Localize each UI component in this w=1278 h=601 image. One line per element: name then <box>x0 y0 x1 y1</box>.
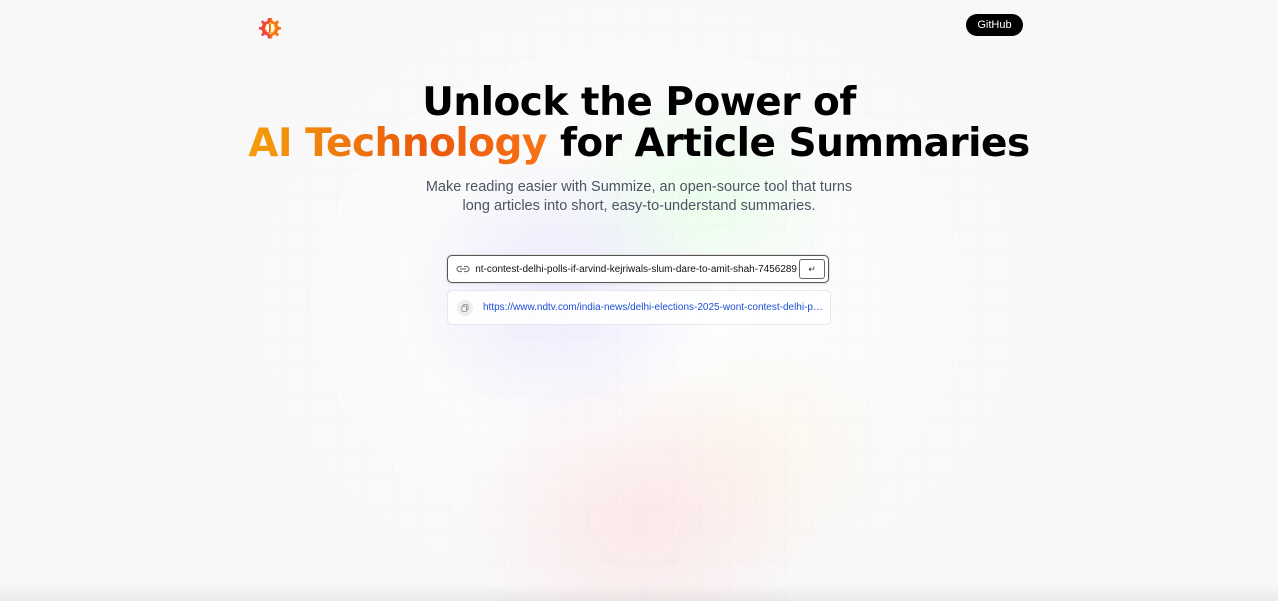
history-link[interactable]: https://www.ndtv.com/india-news/delhi-el… <box>483 302 823 313</box>
bottom-fade <box>0 585 1278 601</box>
brain-gear-icon[interactable] <box>255 14 285 44</box>
history-item[interactable]: https://www.ndtv.com/india-news/delhi-el… <box>447 290 831 325</box>
url-input-value[interactable]: https://www.ndtv.com/india-news/delhi-el… <box>475 264 797 275</box>
url-form: https://www.ndtv.com/india-news/delhi-el… <box>447 255 829 283</box>
github-button[interactable]: GitHub <box>966 14 1023 36</box>
page-title: Unlock the Power of AI Technology for Ar… <box>0 82 1278 164</box>
headline-rest: for Article Summaries <box>546 121 1030 166</box>
link-icon <box>456 265 470 273</box>
submit-button[interactable]: ↵ <box>799 259 825 279</box>
headline-line1: Unlock the Power of <box>422 80 856 125</box>
hero-section: Unlock the Power of AI Technology for Ar… <box>0 82 1278 216</box>
headline-highlight: AI Technology <box>248 121 547 166</box>
url-input[interactable]: https://www.ndtv.com/india-news/delhi-el… <box>475 264 797 275</box>
hero-subtitle: Make reading easier with Summize, an ope… <box>425 179 853 214</box>
copy-icon[interactable] <box>457 299 473 316</box>
